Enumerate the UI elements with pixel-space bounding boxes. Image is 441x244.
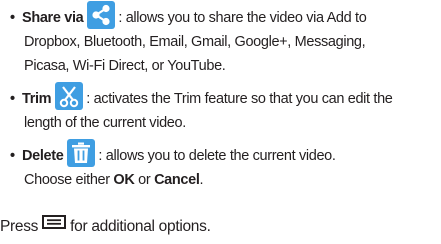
keyword-cancel: Cancel [154,172,200,188]
press-text: for additional options. [70,218,211,235]
list-item-line: Choose either OK or Cancel. [10,168,440,192]
list-item-line: length of the current video. [24,115,186,131]
trash-icon [67,139,96,168]
list-item-share-via: • Share via : allows you to share the vid… [10,1,440,78]
scissors-icon [55,82,84,111]
list-item-line: • Share via : allows you to share the vid… [10,1,440,30]
list-item-line: Picasa, Wi-Fi Direct, or YouTube. [24,58,226,74]
press-text: Press [0,218,39,235]
bullet: • [10,148,15,164]
keyword-ok: OK [113,172,135,188]
term-trim: Trim [22,91,52,107]
bullet: • [10,91,15,107]
list-item-delete: • Delete : allows you to delete the curre… [10,139,440,192]
term-delete: Delete [22,148,64,164]
description-text: : allows you to delete the current video… [98,148,336,164]
press-menu-instruction: Press for additional options. [0,214,211,240]
list-item-line: • Trim : activates the Trim feature so th… [10,82,440,111]
share-icon [87,1,116,30]
list-item-trim: • Trim : activates the Trim feature so th… [10,82,440,135]
list-item-line: • Delete : allows you to delete the curre… [10,139,440,168]
description-text: : activates the Trim feature so that you… [86,91,393,107]
document-page: • Share via : allows you to share the vid… [0,0,441,244]
description-text: : allows you to share the video via Add … [118,10,367,26]
bullet: • [10,10,15,26]
description-text: . [199,172,204,188]
description-text: or [138,172,151,188]
list-item-line: Dropbox, Bluetooth, Email, Gmail, Google… [24,34,366,50]
description-text: Choose either [24,172,110,188]
term-share-via: Share via [22,10,84,26]
menu-key-icon [42,212,67,238]
